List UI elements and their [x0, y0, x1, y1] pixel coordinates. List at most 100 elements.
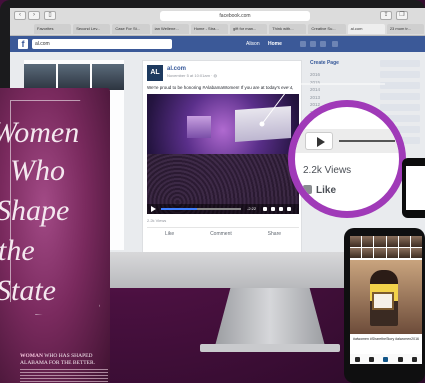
- grid-photo[interactable]: [362, 236, 374, 247]
- tab[interactable]: Home - Stra...: [190, 24, 229, 34]
- notifications-icon[interactable]: [320, 41, 326, 47]
- tab[interactable]: Second Lev...: [73, 24, 111, 34]
- page-avatar[interactable]: AL: [147, 65, 163, 81]
- grid-photo[interactable]: [350, 247, 362, 258]
- year-link[interactable]: 2016: [310, 72, 380, 80]
- stage-projection-screen: [235, 106, 291, 142]
- share-button[interactable]: Share: [268, 228, 281, 239]
- monitor-stand: [215, 288, 325, 346]
- address-bar[interactable]: facebook.com: [160, 11, 310, 21]
- timestamp-text: November 5 at 10:01am ·: [167, 73, 214, 78]
- magazine-title-line: the: [0, 234, 35, 267]
- post-text: We're proud to be honoring #AlabamaWomen…: [147, 85, 294, 90]
- suggestion-item[interactable]: [380, 60, 420, 67]
- settings-icon[interactable]: [271, 207, 275, 211]
- play-icon[interactable]: [151, 206, 156, 212]
- video-player[interactable]: -2:22: [147, 94, 299, 214]
- view-count: 2.2k Views: [147, 218, 167, 223]
- progress-bar[interactable]: [161, 208, 241, 210]
- create-page-link[interactable]: Create Page: [310, 60, 380, 66]
- grid-photo[interactable]: [350, 236, 362, 247]
- tab[interactable]: 23 mom tr...: [386, 24, 425, 34]
- search-input[interactable]: al.com: [32, 39, 172, 49]
- video-thumbnail-row: [24, 64, 124, 90]
- grid-photo[interactable]: [410, 247, 422, 258]
- caption-emphasis: WOMAN: [20, 353, 43, 359]
- magazine-title-line: State: [0, 274, 56, 307]
- grid-photo[interactable]: [386, 247, 398, 258]
- suggestion-item[interactable]: [380, 93, 420, 100]
- instagram-nav-bar: [350, 354, 422, 364]
- heart-icon[interactable]: [397, 356, 403, 362]
- post-timestamp[interactable]: November 5 at 10:01am · ◍: [167, 73, 217, 78]
- globe-icon: ◍: [213, 73, 217, 78]
- page-name[interactable]: al.com: [167, 66, 186, 72]
- facebook-header: f al.com Alison Home: [10, 36, 425, 52]
- magnified-play-button[interactable]: [305, 132, 333, 150]
- tab[interactable]: Case For St...: [112, 24, 150, 34]
- progress-fill: [161, 208, 197, 210]
- instagram-screen: #alwomen #SharetheStory #alwomen2016: [350, 236, 422, 364]
- caption-line: ALABAMA FOR THE BETTER.: [20, 359, 96, 366]
- monitor-stand-base: [200, 344, 340, 352]
- tab[interactable]: gift for man...: [230, 24, 268, 34]
- like-label: Like: [316, 185, 337, 196]
- camera-icon[interactable]: [383, 356, 389, 362]
- suggestion-item[interactable]: [380, 104, 420, 111]
- year-link[interactable]: 2015: [310, 80, 380, 88]
- magnified-progress-bar: [339, 140, 395, 142]
- grid-photo[interactable]: [410, 236, 422, 247]
- framed-photo: [372, 292, 394, 310]
- suggestion-item[interactable]: [380, 82, 420, 89]
- instagram-main-photo[interactable]: [350, 260, 422, 334]
- grid-photo[interactable]: [374, 247, 386, 258]
- like-button[interactable]: Like: [165, 228, 174, 239]
- grid-photo[interactable]: [374, 236, 386, 247]
- grid-photo[interactable]: [398, 247, 410, 258]
- caption-line: WHO HAS SHAPED: [44, 353, 93, 359]
- facebook-logo-icon[interactable]: f: [18, 39, 28, 49]
- phone-screen: [406, 166, 425, 210]
- thumbs-up-icon: [303, 185, 312, 194]
- privacy-icon[interactable]: [332, 41, 338, 47]
- friend-requests-icon[interactable]: [300, 41, 306, 47]
- sidebar-icon[interactable]: ▯: [44, 11, 56, 20]
- magnified-like-button[interactable]: Like: [303, 185, 336, 196]
- video-thumbnail[interactable]: [24, 64, 56, 90]
- play-icon: [317, 137, 325, 147]
- tab[interactable]: Creative Su...: [308, 24, 346, 34]
- search-icon[interactable]: [369, 356, 375, 362]
- volume-icon[interactable]: [263, 207, 267, 211]
- tablet-device: #alwomen #SharetheStory #alwomen2016: [344, 228, 425, 383]
- grid-photo[interactable]: [398, 236, 410, 247]
- suggestion-item[interactable]: [380, 71, 420, 78]
- video-thumbnail[interactable]: [92, 64, 124, 90]
- home-icon[interactable]: [354, 356, 360, 362]
- grid-photo[interactable]: [362, 247, 374, 258]
- profile-icon[interactable]: [412, 356, 418, 362]
- tabs-icon[interactable]: ❐: [396, 11, 408, 20]
- tab[interactable]: Think with...: [269, 24, 307, 34]
- fullscreen-icon[interactable]: [287, 207, 291, 211]
- post-actions: Like Comment Share: [147, 227, 299, 239]
- video-thumbnail[interactable]: [58, 64, 90, 90]
- year-link[interactable]: 2014: [310, 87, 380, 95]
- tab-active[interactable]: al.com: [347, 24, 385, 34]
- magazine-cover: Women Who Shape the State WOMAN WHO HAS …: [0, 88, 110, 383]
- tab[interactable]: Favorites: [34, 24, 72, 34]
- phone-device: [402, 158, 425, 218]
- facebook-post: AL al.com November 5 at 10:01am · ◍ We'r…: [142, 60, 302, 253]
- instagram-photo-grid: [350, 236, 422, 258]
- share-icon[interactable]: ⇪: [380, 11, 392, 20]
- theater-icon[interactable]: [279, 207, 283, 211]
- magazine-fine-print: [20, 369, 108, 383]
- grid-photo[interactable]: [386, 236, 398, 247]
- forward-icon[interactable]: ›: [28, 11, 40, 20]
- home-link[interactable]: Home: [268, 39, 282, 49]
- messages-icon[interactable]: [310, 41, 316, 47]
- magnified-view-count: 2.2k Views: [303, 165, 352, 176]
- comment-button[interactable]: Comment: [210, 228, 232, 239]
- profile-link[interactable]: Alison: [246, 39, 260, 49]
- tab[interactable]: ian Wellene...: [151, 24, 189, 34]
- back-icon[interactable]: ‹: [14, 11, 26, 20]
